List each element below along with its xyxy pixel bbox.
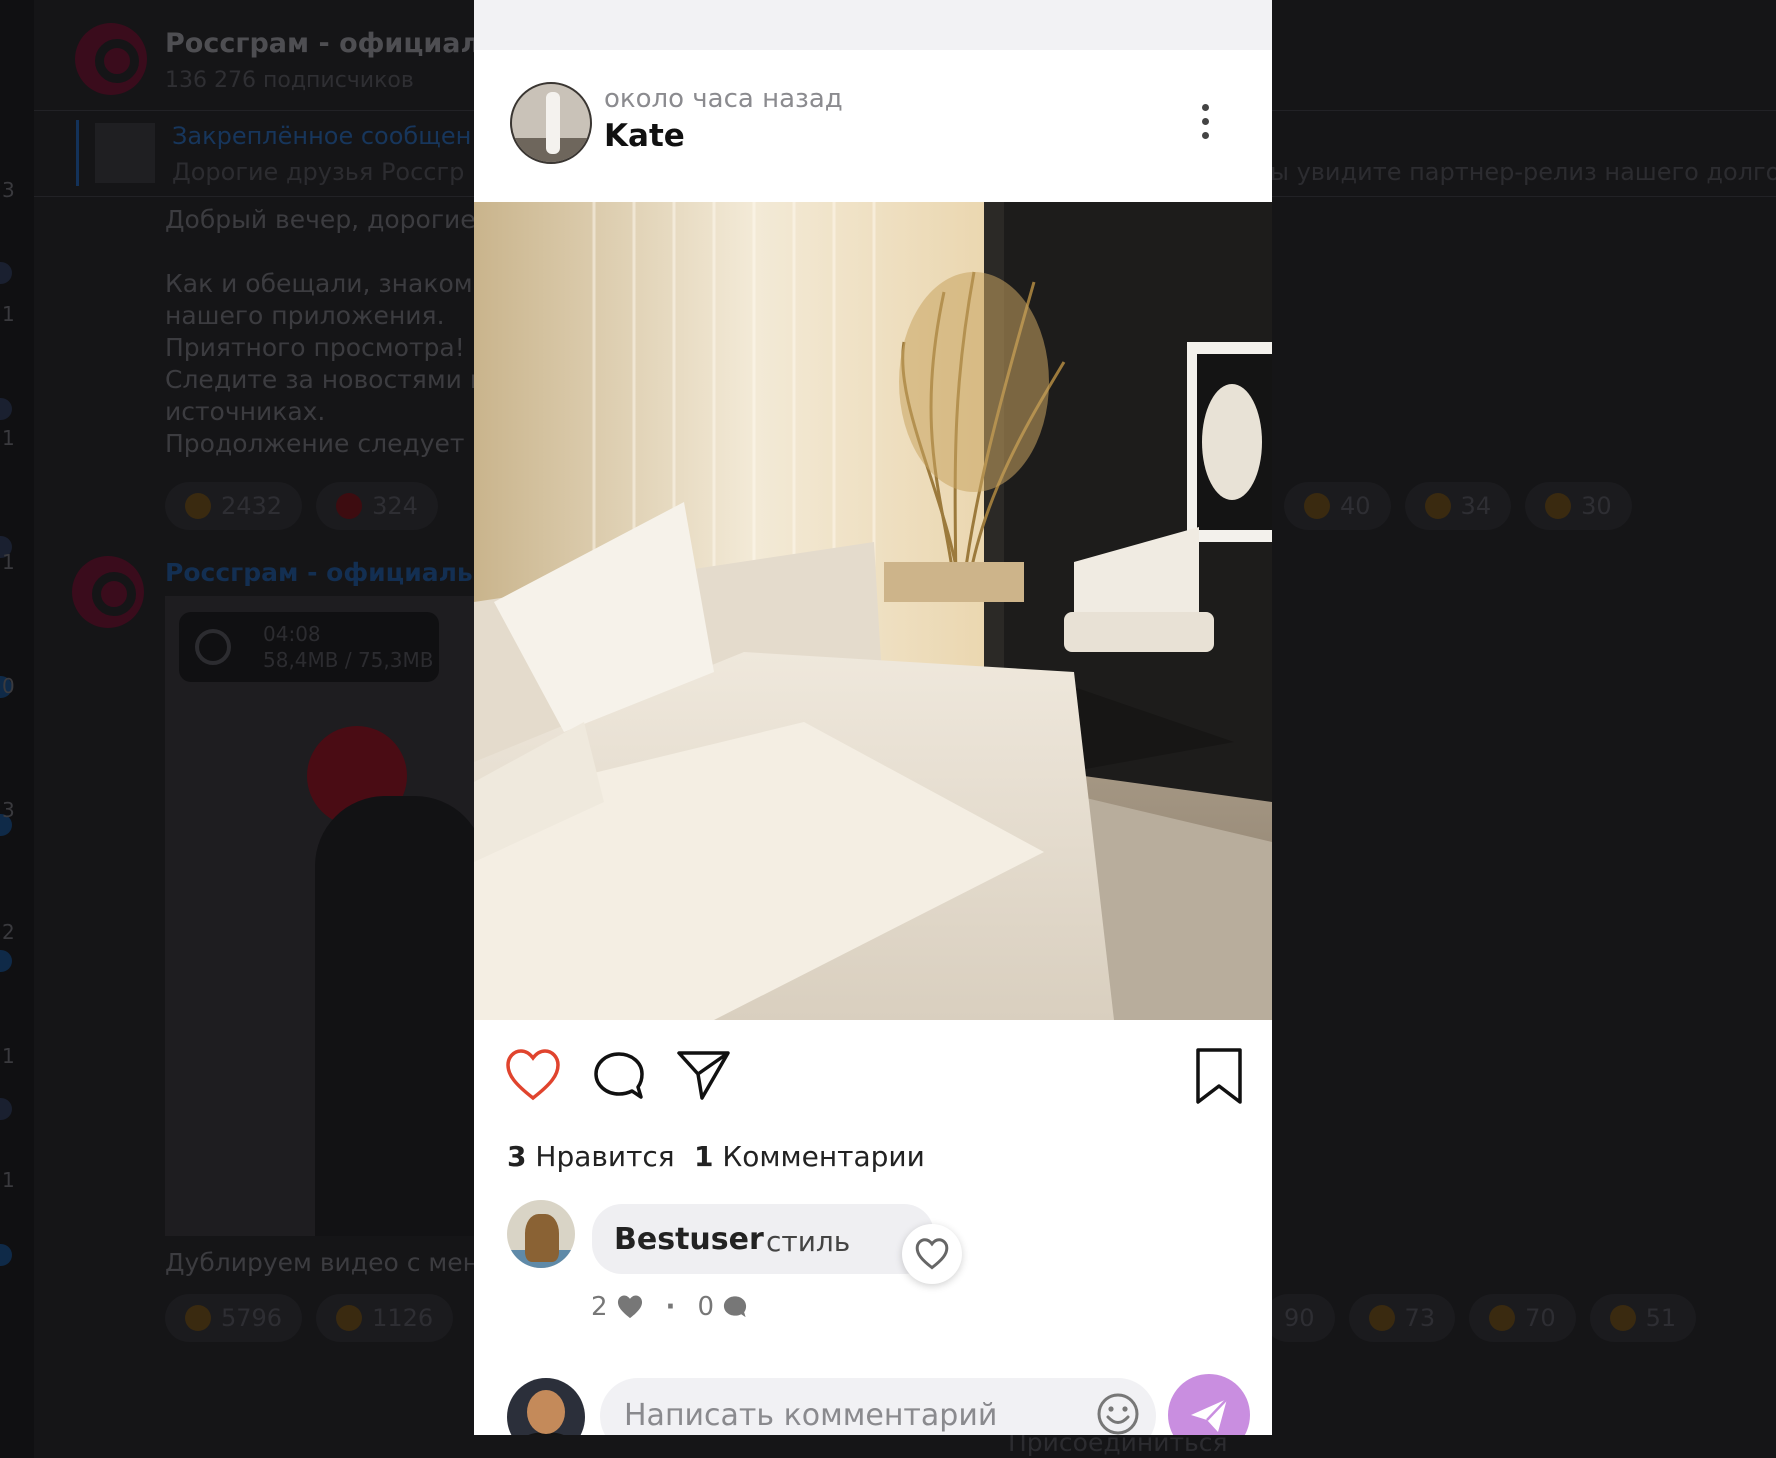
comments-count[interactable]: 1 Комментарии bbox=[694, 1140, 925, 1173]
send-comment-button[interactable] bbox=[1168, 1374, 1250, 1435]
comment-bubble-icon[interactable] bbox=[592, 1050, 646, 1102]
comments-label: Комментарии bbox=[722, 1140, 925, 1173]
download-progress-icon bbox=[195, 629, 231, 665]
reaction-thumbs-up[interactable]: 2432 bbox=[165, 482, 303, 530]
comment-like-button[interactable] bbox=[902, 1224, 962, 1284]
pinned-text-continued: ы увидите партнер-релиз нашего долго bbox=[1270, 158, 1776, 186]
chat-avatar[interactable] bbox=[0, 398, 12, 420]
channel-subscribers: 136 276 подписчиков bbox=[165, 68, 414, 93]
unread-count: 3 bbox=[2, 798, 15, 822]
likes-number: 3 bbox=[507, 1140, 527, 1173]
likes-count[interactable]: 3 Нравится bbox=[507, 1140, 675, 1173]
message-text: Добрый вечер, дорогие Как и обещали, зна… bbox=[165, 205, 489, 458]
like-heart-icon[interactable] bbox=[505, 1048, 561, 1102]
video-message[interactable]: 04:08 58,4MB / 75,3MB bbox=[165, 596, 475, 1236]
likes-label: Нравится bbox=[535, 1140, 675, 1173]
unread-count: 2 bbox=[2, 920, 15, 944]
emoji-icon[interactable] bbox=[1096, 1392, 1140, 1435]
comment-replies-count: 0 bbox=[697, 1292, 714, 1322]
post-author-name[interactable]: Kate bbox=[604, 118, 685, 154]
comment-meta: 2 · 0 bbox=[591, 1292, 748, 1322]
thumbs-up-icon bbox=[185, 493, 211, 519]
reaction-thumbs-up[interactable]: 5796 bbox=[165, 1294, 303, 1342]
unread-count: 1 bbox=[2, 550, 15, 574]
thumbs-down-icon bbox=[336, 1305, 363, 1331]
commenter-name[interactable]: Bestuser bbox=[614, 1222, 764, 1257]
card-top-strip bbox=[474, 0, 1272, 50]
reactions-row: 2432 324 bbox=[165, 482, 438, 530]
reaction-thumbs-down[interactable]: 1126 bbox=[316, 1294, 454, 1342]
story-post-card: около часа назад Kate 3 Нравится 1 Комме… bbox=[474, 0, 1272, 1435]
comments-number: 1 bbox=[694, 1140, 714, 1173]
post-photo[interactable] bbox=[474, 202, 1272, 1020]
unread-count: 3 bbox=[2, 178, 15, 202]
chat-list-strip: 3 1 1 1 0 3 2 1 1 bbox=[0, 0, 34, 1458]
more-options-icon[interactable] bbox=[1198, 104, 1212, 144]
separator-dot: · bbox=[665, 1292, 676, 1322]
video-caption: Дублируем видео с мен bbox=[165, 1248, 479, 1277]
channel-title[interactable]: Россграм - официальн bbox=[165, 28, 516, 59]
heart-icon bbox=[336, 493, 363, 519]
grin-icon bbox=[1489, 1305, 1516, 1331]
thumbs-up-icon bbox=[185, 1305, 211, 1331]
unread-count: 1 bbox=[2, 1044, 15, 1068]
share-send-icon[interactable] bbox=[676, 1048, 732, 1102]
exploding-head-icon bbox=[1368, 1305, 1395, 1331]
send-paper-plane-icon bbox=[1191, 1398, 1228, 1432]
video-download-status[interactable]: 04:08 58,4MB / 75,3MB bbox=[179, 612, 439, 682]
pinned-indicator bbox=[76, 120, 79, 186]
reactions-row-right: 40 34 30 bbox=[1284, 482, 1632, 530]
reaction-clap[interactable]: 34 bbox=[1404, 482, 1512, 530]
comment-input[interactable] bbox=[624, 1392, 1064, 1435]
scream-icon bbox=[1304, 493, 1330, 519]
clap-icon bbox=[1424, 493, 1451, 519]
reactions-row-right: 90 73 70 51 bbox=[1264, 1294, 1697, 1342]
channel-logo[interactable] bbox=[75, 23, 147, 95]
pinned-text[interactable]: Дорогие друзья Россгр bbox=[172, 158, 464, 186]
reaction-party[interactable]: 30 bbox=[1525, 482, 1632, 530]
heart-filled-icon[interactable] bbox=[616, 1294, 644, 1320]
pinned-thumbnail[interactable] bbox=[95, 123, 155, 183]
heart-outline-icon bbox=[915, 1238, 949, 1270]
unread-count: 1 bbox=[2, 1168, 15, 1192]
party-icon bbox=[1545, 493, 1572, 519]
reaction-heart[interactable]: 324 bbox=[316, 482, 438, 530]
current-user-avatar[interactable] bbox=[507, 1378, 585, 1435]
author-avatar[interactable] bbox=[510, 82, 592, 164]
unread-count: 0 bbox=[2, 674, 15, 698]
video-thumbnail bbox=[315, 796, 475, 1236]
chat-avatar[interactable] bbox=[0, 1244, 12, 1266]
comment-likes-count: 2 bbox=[591, 1292, 608, 1322]
unread-count: 1 bbox=[2, 426, 15, 450]
reaction-exploding-head[interactable]: 73 bbox=[1348, 1294, 1456, 1342]
reaction-scream[interactable]: 40 bbox=[1284, 482, 1391, 530]
reaction[interactable]: 90 bbox=[1264, 1294, 1335, 1342]
post-time: около часа назад bbox=[604, 84, 843, 114]
channel-logo[interactable] bbox=[72, 556, 144, 628]
bookmark-icon[interactable] bbox=[1194, 1046, 1244, 1106]
pinned-title[interactable]: Закреплённое сообщен bbox=[172, 122, 471, 150]
comment-bubble[interactable]: Bestuser стиль bbox=[592, 1204, 934, 1274]
video-size: 58,4MB / 75,3MB bbox=[263, 648, 434, 672]
reaction-grin[interactable]: 70 bbox=[1469, 1294, 1576, 1342]
scream-icon bbox=[1609, 1305, 1636, 1331]
commenter-avatar[interactable] bbox=[507, 1200, 575, 1268]
post-author[interactable]: Россграм - официально bbox=[165, 558, 507, 587]
reaction-scream[interactable]: 51 bbox=[1589, 1294, 1697, 1342]
comment-text: стиль bbox=[766, 1225, 851, 1258]
chat-avatar[interactable] bbox=[0, 262, 12, 284]
video-duration: 04:08 bbox=[263, 622, 321, 646]
unread-count: 1 bbox=[2, 302, 15, 326]
reactions-row: 5796 1126 bbox=[165, 1294, 454, 1342]
chat-avatar[interactable] bbox=[0, 1098, 12, 1120]
chat-avatar[interactable] bbox=[0, 950, 12, 972]
reply-bubble-icon[interactable] bbox=[722, 1294, 748, 1320]
comment-input-wrapper bbox=[600, 1378, 1156, 1435]
